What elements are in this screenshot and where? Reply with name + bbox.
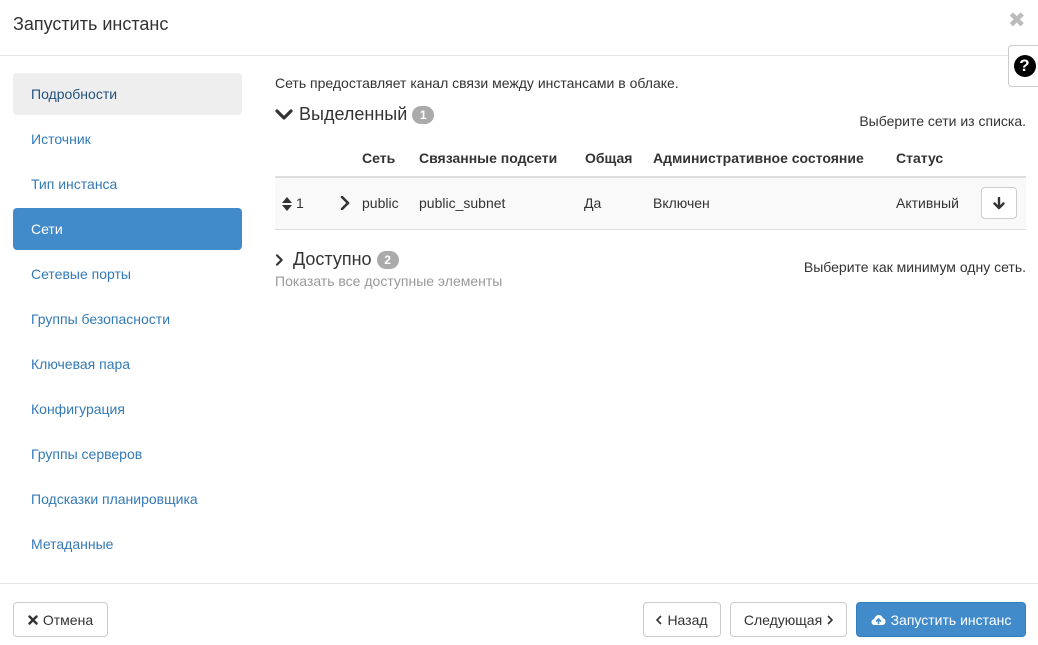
sidebar-item-source[interactable]: Источник — [13, 118, 242, 160]
row-shared: Да — [584, 195, 602, 211]
column-shared[interactable]: Общая — [585, 150, 632, 166]
back-label: Назад — [667, 611, 708, 628]
allocated-count-badge: 1 — [412, 105, 435, 124]
available-count-badge: 2 — [376, 250, 399, 269]
column-admin-state[interactable]: Административное состояние — [653, 150, 864, 166]
next-button[interactable]: Следующая — [730, 602, 847, 637]
arrow-down-icon — [993, 196, 1005, 209]
chevron-left-icon — [656, 614, 663, 625]
cancel-label: Отмена — [42, 611, 94, 628]
sidebar-item-flavor[interactable]: Тип инстанса — [13, 163, 242, 205]
table-row: 1 public public_subnet Да Включен Активн… — [275, 178, 1026, 230]
row-status: Активный — [896, 195, 959, 211]
modal-header: Запустить инстанс ✖ — [0, 0, 1038, 56]
table-header: Сеть Связанные подсети Общая Администрат… — [275, 145, 1026, 178]
cloud-upload-icon — [871, 614, 886, 626]
sidebar-item-security-groups[interactable]: Группы безопасности — [13, 298, 242, 340]
chevron-right-icon — [275, 253, 283, 266]
available-hint: Выберите как минимум одну сеть. — [803, 259, 1026, 275]
modal-footer: Отмена Назад Следующая Запустить инстанс — [0, 583, 1038, 645]
allocated-title: Выделенный — [299, 104, 408, 124]
row-admin-state: Включен — [653, 195, 710, 211]
allocated-section-toggle[interactable]: Выделенный 1 — [275, 104, 435, 125]
next-label: Следующая — [743, 611, 823, 628]
help-button[interactable]: ? — [1008, 45, 1038, 87]
allocated-hint: Выберите сети из списка. — [859, 113, 1026, 129]
deallocate-button[interactable] — [981, 187, 1017, 219]
column-status[interactable]: Статус — [896, 150, 943, 166]
allocated-networks-table: Сеть Связанные подсети Общая Администрат… — [275, 145, 1026, 230]
sidebar-item-network-ports[interactable]: Сетевые порты — [13, 253, 242, 295]
close-icon — [28, 614, 38, 625]
back-button[interactable]: Назад — [643, 602, 721, 637]
chevron-down-icon — [275, 108, 293, 120]
launch-label: Запустить инстанс — [890, 611, 1012, 628]
close-icon[interactable]: ✖ — [1008, 10, 1026, 31]
column-subnets[interactable]: Связанные подсети — [419, 150, 557, 166]
sidebar-item-scheduler-hints[interactable]: Подсказки планировщика — [13, 478, 242, 520]
sidebar-item-server-groups[interactable]: Группы серверов — [13, 433, 242, 475]
sidebar-item-configuration[interactable]: Конфигурация — [13, 388, 242, 430]
chevron-right-icon[interactable] — [340, 196, 351, 210]
help-icon: ? — [1013, 55, 1036, 77]
row-index: 1 — [296, 195, 304, 211]
sidebar-item-details[interactable]: Подробности — [13, 73, 242, 115]
sidebar-item-networks[interactable]: Сети — [13, 208, 242, 250]
sidebar-item-metadata[interactable]: Метаданные — [13, 523, 242, 565]
sidebar-item-key-pair[interactable]: Ключевая пара — [13, 343, 242, 385]
wizard-sidebar: Подробности Источник Тип инстанса Сети С… — [13, 73, 242, 568]
column-network[interactable]: Сеть — [362, 150, 395, 166]
row-network: public — [362, 195, 399, 211]
available-section-toggle[interactable]: Доступно 2 — [275, 249, 399, 270]
launch-instance-button[interactable]: Запустить инстанс — [856, 602, 1026, 637]
chevron-right-icon — [827, 614, 834, 625]
sort-handle-icon[interactable] — [282, 197, 292, 211]
show-all-link[interactable]: Показать все доступные элементы — [275, 273, 502, 289]
networks-intro: Сеть предоставляет канал связи между инс… — [275, 75, 679, 91]
available-title: Доступно — [293, 249, 372, 269]
modal-title: Запустить инстанс — [13, 14, 169, 34]
row-subnets: public_subnet — [419, 195, 506, 211]
cancel-button[interactable]: Отмена — [13, 602, 108, 637]
